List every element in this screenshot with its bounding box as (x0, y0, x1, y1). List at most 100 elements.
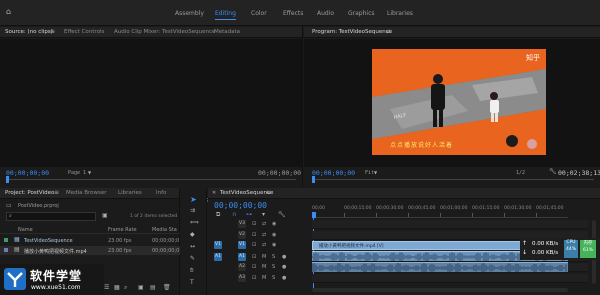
tab-libraries[interactable]: Libraries (118, 190, 142, 196)
home-icon[interactable]: ⌂ (6, 8, 11, 16)
track-target-a3[interactable]: A3 (238, 273, 246, 282)
track-target-v1[interactable]: V1 (238, 241, 246, 249)
source-scrubber[interactable] (6, 179, 296, 180)
linked-selection-icon[interactable]: ⊶ (246, 212, 252, 218)
lock-icon[interactable]: ⊡ (252, 242, 256, 248)
lock-icon[interactable]: ⊡ (252, 254, 256, 260)
mic-icon[interactable]: ● (282, 275, 286, 281)
tab-effect-controls[interactable]: Effect Controls (64, 29, 104, 35)
tab-media-browser[interactable]: Media Browser (66, 190, 107, 196)
add-marker-icon[interactable]: ▾ (262, 212, 265, 218)
tab-metadata[interactable]: Metadata (214, 29, 240, 35)
ripple-edit-tool-icon[interactable]: ⟺ (190, 220, 199, 226)
chevron-down-icon[interactable]: ▼ (374, 171, 377, 175)
audio-clip[interactable] (312, 262, 568, 272)
track-header-v3: V3 ⊡ ⇄ ◉ (208, 220, 312, 230)
video-clip[interactable]: 播放小黄鸭把视频文件.mp4 [V] (312, 241, 526, 250)
search-input[interactable] (17, 213, 93, 220)
snap-icon[interactable]: ∩ (232, 212, 236, 218)
solo-icon[interactable]: S (272, 275, 275, 281)
lock-icon[interactable]: ⊡ (252, 275, 256, 281)
track-target-v2[interactable]: V2 (238, 230, 246, 239)
workspace-tab-assembly[interactable]: Assembly (175, 10, 204, 17)
workspace-tab-libraries[interactable]: Libraries (387, 10, 413, 17)
tab-audio-clip-mixer[interactable]: Audio Clip Mixer: TestVideoSequence (114, 29, 215, 35)
workspace-tab-audio[interactable]: Audio (317, 10, 334, 17)
tab-source[interactable]: Source: (no clips) (5, 29, 53, 35)
nest-icon[interactable]: ⧉ (216, 212, 220, 218)
mute-icon[interactable]: M (262, 264, 266, 270)
close-icon[interactable]: ✕ (212, 191, 216, 196)
mic-icon[interactable]: ● (282, 264, 286, 270)
eye-icon[interactable]: ◉ (272, 221, 276, 227)
workspace-tab-editing[interactable]: Editing (215, 10, 236, 20)
solo-icon[interactable]: S (272, 254, 275, 260)
icon-view-icon[interactable]: ▦ (114, 285, 120, 291)
sync-lock-icon[interactable]: ⇄ (262, 232, 266, 238)
eye-icon[interactable]: ◉ (272, 242, 276, 248)
lock-icon[interactable]: ⊡ (252, 264, 256, 270)
tab-program[interactable]: Program: TestVideoSequence (312, 29, 392, 35)
source-patch-v1[interactable]: V1 (214, 241, 222, 249)
wrench-icon[interactable]: 🔧︎ (549, 169, 557, 175)
tab-project[interactable]: Project: PostVideo (5, 190, 54, 196)
program-quality-select[interactable]: 1/2 (516, 170, 525, 176)
track-lane-v3[interactable] (312, 220, 588, 229)
eye-icon[interactable]: ◉ (272, 232, 276, 238)
upload-rate: 0.00 KB/s (532, 241, 559, 247)
table-row[interactable]: ▦ TestVideoSequence 23.00 fps 00;00;00;0 (0, 236, 180, 245)
track-select-tool-icon[interactable]: ⇉ (190, 208, 195, 214)
search-icon[interactable]: ⌕ (124, 285, 127, 291)
program-scrubber[interactable] (312, 179, 594, 180)
slip-tool-icon[interactable]: ↔ (190, 244, 195, 250)
mute-icon[interactable]: M (262, 275, 266, 281)
program-fit-select[interactable]: Fit (365, 170, 374, 176)
new-item-icon[interactable]: ▤ (150, 285, 156, 291)
selection-tool-icon[interactable]: ➤ (190, 196, 197, 204)
new-bin-icon[interactable]: ▣ (102, 213, 108, 219)
hand-tool-icon[interactable]: ✋︎ (190, 268, 193, 274)
download-arrow-icon: ↓ (522, 249, 528, 256)
workspace-tab-effects[interactable]: Effects (283, 10, 303, 17)
lock-icon[interactable]: ⊡ (252, 232, 256, 238)
source-patch-a1[interactable]: A1 (214, 252, 222, 261)
track-target-a1[interactable]: A1 (238, 252, 246, 261)
list-view-icon[interactable]: ☰ (104, 285, 109, 291)
track-lane-a3[interactable] (312, 273, 588, 283)
source-playhead[interactable] (6, 176, 9, 183)
mute-icon[interactable]: M (262, 254, 266, 260)
sync-lock-icon[interactable]: ⇄ (262, 242, 266, 248)
type-tool-icon[interactable]: T (190, 280, 194, 286)
panel-menu-icon[interactable]: ≡ (50, 29, 55, 35)
source-page-select[interactable]: Page 1 (68, 170, 86, 176)
panel-menu-icon[interactable]: ≡ (266, 190, 271, 196)
razor-tool-icon[interactable]: ◆ (190, 232, 195, 238)
solo-icon[interactable]: S (272, 264, 275, 270)
trash-icon[interactable]: 🗑︎ (163, 285, 171, 291)
track-target-v3[interactable]: V3 (238, 220, 246, 228)
mic-icon[interactable]: ● (282, 254, 286, 260)
new-bin-icon[interactable]: ▣ (138, 285, 144, 291)
settings-icon[interactable]: 🔧︎ (278, 212, 286, 218)
column-header-frame-rate[interactable]: Frame Rate (108, 227, 137, 233)
program-playhead[interactable] (312, 176, 315, 183)
column-header-name[interactable]: Name (18, 227, 33, 233)
panel-menu-icon[interactable]: ≡ (386, 29, 391, 35)
panel-menu-icon[interactable]: ≡ (54, 190, 59, 196)
track-header-a1: A1 A1 ⊡ M S ● (208, 252, 312, 263)
chevron-down-icon[interactable]: ▼ (88, 171, 91, 175)
source-timecode[interactable]: 00;00;00;00 (6, 169, 49, 177)
timeline-horizontal-scrollbar[interactable] (312, 288, 568, 292)
track-target-a2[interactable]: A2 (238, 263, 246, 271)
program-timecode[interactable]: 00;00;00;00 (312, 169, 355, 177)
workspace-tab-graphics[interactable]: Graphics (348, 10, 375, 17)
lock-icon[interactable]: ⊡ (252, 221, 256, 227)
workspace-tab-color[interactable]: Color (251, 10, 267, 17)
table-row[interactable]: ▤ 播放小黄鸭把视频文件.mp4 23.00 fps 00;00;00;0 (0, 246, 180, 255)
sync-lock-icon[interactable]: ⇄ (262, 221, 266, 227)
column-header-media-start[interactable]: Media Sta (152, 227, 177, 233)
pen-tool-icon[interactable]: ✎ (190, 256, 195, 262)
search-field[interactable]: ⌕ (6, 212, 96, 221)
timeline-timecode[interactable]: 00;00;00;00 (214, 201, 267, 210)
tab-info[interactable]: Info (156, 190, 166, 196)
